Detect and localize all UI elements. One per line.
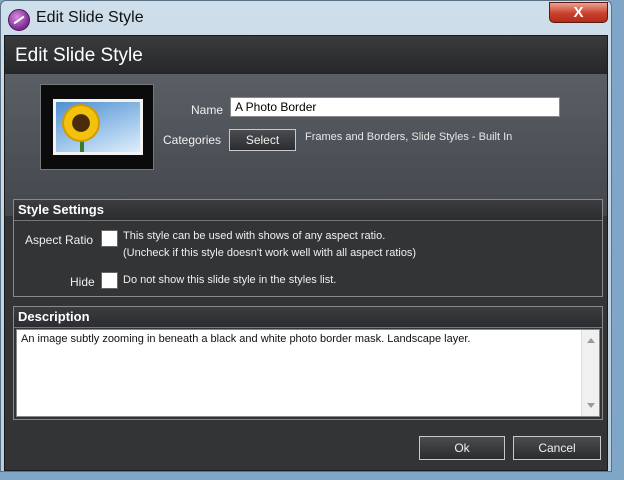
dialog-header: Edit Slide Style	[5, 36, 607, 74]
window-titlebar[interactable]: Edit Slide Style X	[1, 1, 611, 35]
style-settings-section: Style Settings Aspect Ratio This style c…	[13, 199, 603, 297]
hide-checkbox[interactable]	[101, 272, 118, 289]
description-title: Description	[18, 309, 90, 324]
cancel-button[interactable]: Cancel	[513, 436, 601, 460]
window-title: Edit Slide Style	[36, 9, 144, 26]
aspect-ratio-label: Aspect Ratio	[25, 233, 94, 247]
name-input[interactable]: A Photo Border	[230, 97, 560, 117]
style-info-panel	[5, 74, 607, 216]
style-thumbnail	[40, 84, 154, 170]
hide-label: Hide	[70, 275, 95, 289]
description-textarea[interactable]: An image subtly zooming in beneath a bla…	[16, 329, 600, 417]
select-categories-button[interactable]: Select	[229, 129, 296, 151]
style-settings-title: Style Settings	[18, 202, 104, 217]
categories-label: Categories	[163, 133, 222, 147]
ok-button[interactable]: Ok	[419, 436, 505, 460]
style-settings-header: Style Settings	[14, 200, 602, 221]
dialog-button-bar: Ok Cancel	[5, 428, 607, 470]
categories-value: Frames and Borders, Slide Styles - Built…	[305, 131, 513, 143]
scroll-up-arrow-icon[interactable]	[587, 338, 595, 343]
aspect-ratio-checkbox[interactable]	[101, 230, 118, 247]
sunflower-photo	[53, 99, 143, 155]
description-scrollbar[interactable]	[581, 330, 599, 416]
close-button[interactable]: X	[549, 2, 608, 23]
app-icon	[8, 9, 30, 31]
aspect-ratio-hint: (Uncheck if this style doesn't work well…	[123, 247, 417, 259]
sunflower-icon	[62, 104, 100, 142]
scroll-down-arrow-icon[interactable]	[587, 403, 595, 408]
dialog-body: Edit Slide Style Name A Photo Border Cat…	[4, 35, 608, 471]
aspect-ratio-description: This style can be used with shows of any…	[123, 230, 386, 242]
edit-slide-style-window: Edit Slide Style X Edit Slide Style Name…	[0, 0, 612, 472]
dialog-title: Edit Slide Style	[15, 45, 143, 66]
description-section: Description An image subtly zooming in b…	[13, 306, 603, 420]
name-label: Name	[191, 103, 224, 117]
hide-description: Do not show this slide style in the styl…	[123, 274, 337, 286]
description-text: An image subtly zooming in beneath a bla…	[21, 333, 471, 345]
description-header: Description	[14, 307, 602, 328]
